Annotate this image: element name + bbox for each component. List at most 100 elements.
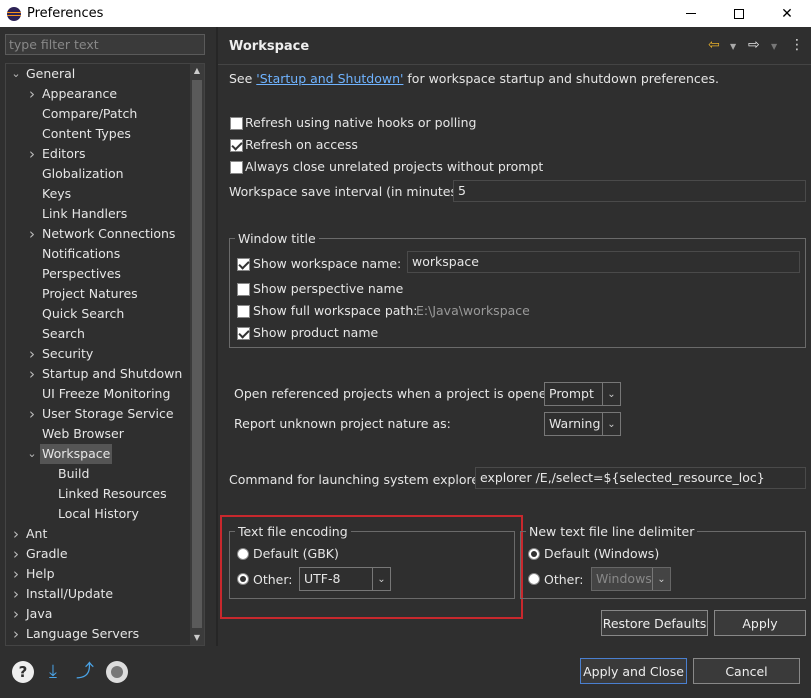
tree-item-label: Content Types [42, 126, 131, 141]
tree-item[interactable]: ⌄ Workspace [6, 444, 192, 464]
apply-and-close-button[interactable]: Apply and Close [580, 658, 687, 684]
maximize-button[interactable] [715, 0, 763, 27]
tree-item[interactable]: Local History [6, 504, 192, 524]
tree-item[interactable]: › Install/Update [6, 584, 192, 604]
close-button[interactable]: ✕ [763, 0, 811, 27]
show-product-checkbox[interactable] [237, 327, 250, 340]
show-ws-name-checkbox[interactable] [237, 258, 250, 271]
scroll-thumb[interactable] [192, 80, 202, 628]
delim-other-radio[interactable] [528, 573, 540, 585]
tree-item[interactable]: UI Freeze Monitoring [6, 384, 192, 404]
chevron-right-icon[interactable]: › [10, 624, 22, 644]
back-dropdown-icon[interactable]: ▼ [730, 42, 736, 60]
tree-item[interactable]: Content Types [6, 124, 192, 144]
tree-item-label: Gradle [26, 546, 68, 561]
export-icon[interactable]: ⤴ [74, 661, 96, 683]
oomph-icon[interactable] [106, 661, 128, 683]
tree-item[interactable]: Notifications [6, 244, 192, 264]
delimiter-select[interactable]: Windows ⌄ [591, 567, 671, 591]
tree-item-label: UI Freeze Monitoring [42, 386, 171, 401]
chevron-right-icon[interactable]: › [26, 84, 38, 104]
filter-input[interactable]: type filter text [5, 34, 205, 55]
report-nature-select[interactable]: Warning ⌄ [544, 412, 621, 436]
tree-item[interactable]: › Startup and Shutdown [6, 364, 192, 384]
refresh-access-checkbox[interactable] [230, 139, 243, 152]
tree-scrollbar[interactable]: ▲ ▼ [190, 64, 204, 645]
save-interval-input[interactable]: 5 [453, 180, 806, 202]
tree-item[interactable]: Globalization [6, 164, 192, 184]
tree-item-label: Appearance [42, 86, 118, 101]
tree-item[interactable]: Keys [6, 184, 192, 204]
chevron-right-icon[interactable]: › [26, 224, 38, 244]
tree-item-label: Startup and Shutdown [42, 366, 183, 381]
minimize-button[interactable] [667, 0, 715, 27]
scroll-down-icon[interactable]: ▼ [190, 631, 204, 645]
delim-default-radio[interactable] [528, 548, 540, 560]
tree-item[interactable]: › Gradle [6, 544, 192, 564]
restore-defaults-button[interactable]: Restore Defaults [601, 610, 708, 636]
tree-item[interactable]: › Java [6, 604, 192, 624]
tree-item[interactable]: › Appearance [6, 84, 192, 104]
tree-item[interactable]: Quick Search [6, 304, 192, 324]
tree-item[interactable]: Build [6, 464, 192, 484]
refresh-native-checkbox[interactable] [230, 117, 243, 130]
chevron-down-icon[interactable]: ⌄ [26, 444, 38, 464]
view-menu-icon[interactable]: ⋮ [790, 37, 804, 55]
tree-item-label: Perspectives [42, 266, 121, 281]
tree-item-label: General [26, 66, 76, 81]
chevron-right-icon[interactable]: › [10, 584, 22, 604]
show-perspective-checkbox[interactable] [237, 283, 250, 296]
tree-item[interactable]: › Editors [6, 144, 192, 164]
tree-item[interactable]: Linked Resources [6, 484, 192, 504]
close-icon: ✕ [781, 5, 793, 22]
tree-item[interactable]: Web Browser [6, 424, 192, 444]
ws-name-input[interactable]: workspace [407, 251, 800, 273]
delim-other-label: Other: [544, 572, 584, 587]
open-ref-select[interactable]: Prompt ⌄ [544, 382, 621, 406]
refresh-access-label: Refresh on access [245, 137, 358, 152]
tree-item-label: Link Handlers [42, 206, 128, 221]
tree-item[interactable]: › Help [6, 564, 192, 584]
save-interval-label: Workspace save interval (in minutes): [229, 184, 467, 199]
forward-arrow-icon[interactable]: ⇨ [748, 37, 760, 55]
show-ws-name-label: Show workspace name: [253, 256, 402, 271]
chevron-right-icon[interactable]: › [26, 144, 38, 164]
tree-item[interactable]: ⌄ General [6, 64, 192, 84]
startup-shutdown-link[interactable]: 'Startup and Shutdown' [256, 71, 403, 86]
chevron-down-icon: ⌄ [602, 383, 620, 405]
cancel-button[interactable]: Cancel [693, 658, 800, 684]
chevron-right-icon[interactable]: › [26, 404, 38, 424]
chevron-right-icon[interactable]: › [26, 364, 38, 384]
apply-button[interactable]: Apply [714, 610, 806, 636]
scroll-up-icon[interactable]: ▲ [190, 64, 204, 78]
import-icon[interactable]: ⤓ [42, 661, 64, 683]
chevron-right-icon[interactable]: › [10, 564, 22, 584]
forward-dropdown-icon[interactable]: ▼ [771, 42, 777, 60]
tree-item[interactable]: Perspectives [6, 264, 192, 284]
show-full-path-checkbox[interactable] [237, 305, 250, 318]
help-icon[interactable]: ? [12, 661, 34, 683]
tree-item[interactable]: Compare/Patch [6, 104, 192, 124]
always-close-checkbox[interactable] [230, 161, 243, 174]
tree-item[interactable]: › User Storage Service [6, 404, 192, 424]
tree-item-label: Network Connections [42, 226, 176, 241]
tree-item[interactable]: Link Handlers [6, 204, 192, 224]
tree-item[interactable]: › Network Connections [6, 224, 192, 244]
tree-item[interactable]: › Security [6, 344, 192, 364]
report-nature-value: Warning [549, 416, 601, 431]
chevron-right-icon[interactable]: › [26, 344, 38, 364]
chevron-right-icon[interactable]: › [10, 524, 22, 544]
chevron-right-icon[interactable]: › [10, 604, 22, 624]
tree-item-label: Web Browser [42, 426, 124, 441]
cmd-input[interactable]: explorer /E,/select=${selected_resource_… [475, 467, 806, 489]
tree-item[interactable]: › Ant [6, 524, 192, 544]
tree-item[interactable]: Project Natures [6, 284, 192, 304]
chevron-right-icon[interactable]: › [10, 544, 22, 564]
tree-item-label: Local History [58, 506, 139, 521]
always-close-label: Always close unrelated projects without … [245, 159, 544, 174]
tree-item[interactable]: Search [6, 324, 192, 344]
chevron-down-icon: ⌄ [652, 568, 670, 590]
back-arrow-icon[interactable]: ⇦ [708, 37, 720, 55]
tree-item[interactable]: › Language Servers [6, 624, 192, 644]
chevron-down-icon[interactable]: ⌄ [10, 64, 22, 84]
